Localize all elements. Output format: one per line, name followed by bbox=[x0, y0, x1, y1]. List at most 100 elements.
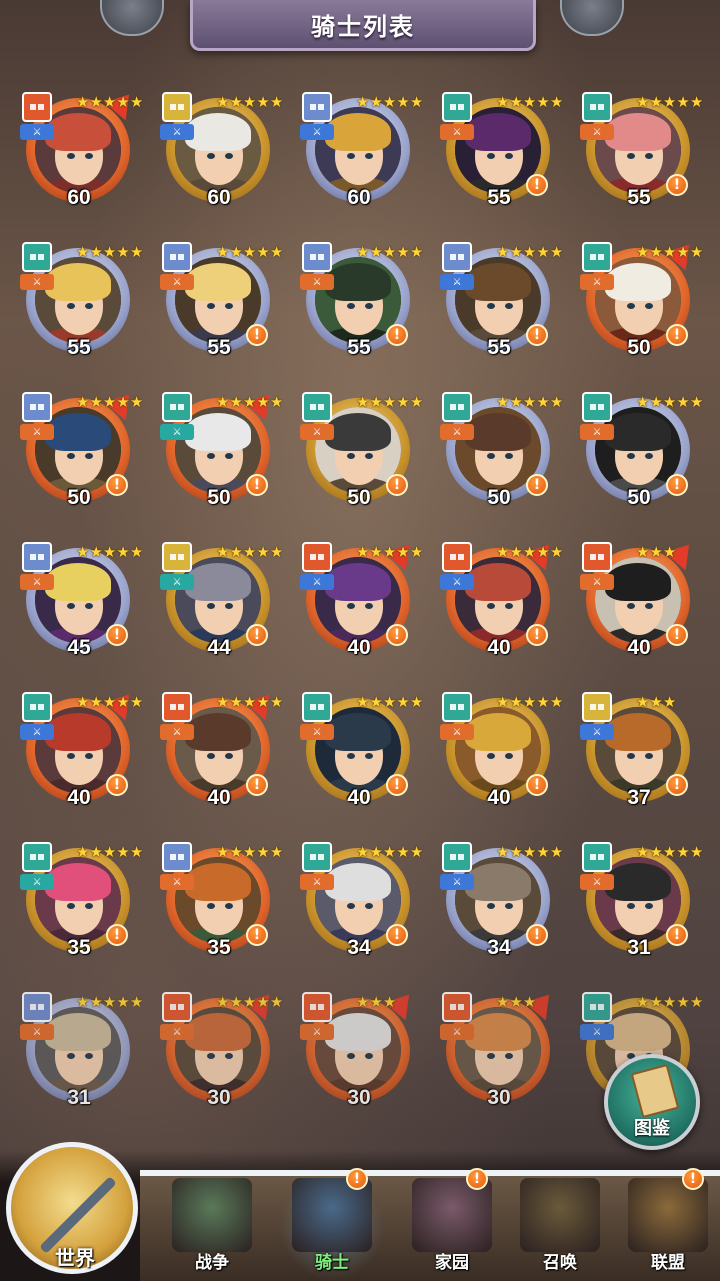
class-icon: ⚔ bbox=[20, 424, 54, 440]
hero-card[interactable]: ⚔ ★ ★ ★ ★ ★ 55! bbox=[574, 92, 703, 220]
star-icon: ★ bbox=[356, 993, 370, 1011]
rank-badge bbox=[22, 392, 52, 422]
hero-card[interactable]: ⚔ ★ ★ ★ ★ ★ 60 bbox=[154, 92, 283, 220]
hero-card[interactable]: ⚔ ★ ★ ★ ★ ★ 50! bbox=[434, 392, 563, 520]
nav-tab-label: 战争 bbox=[195, 1253, 229, 1273]
class-icon: ⚔ bbox=[300, 274, 334, 290]
book-icon bbox=[630, 1063, 680, 1119]
star-icon: ★ bbox=[689, 93, 704, 111]
rank-badge bbox=[302, 392, 332, 422]
rank-badge bbox=[582, 992, 612, 1022]
star-icon: ★ bbox=[649, 543, 663, 561]
star-rating: ★ ★ ★ ★ ★ bbox=[636, 994, 703, 1010]
world-label: 世界 bbox=[55, 1246, 95, 1270]
star-rating: ★ ★ ★ ★ ★ bbox=[636, 394, 703, 410]
hero-card[interactable]: ⚔ ★ ★ ★ ★ ★ 40! bbox=[434, 535, 563, 670]
star-icon: ★ bbox=[89, 843, 103, 861]
hero-card[interactable]: ⚔ ★ ★ ★ ★ ★ 55! bbox=[434, 92, 563, 220]
star-icon: ★ bbox=[549, 93, 564, 111]
hero-card[interactable]: ⚔ ★ ★ ★ ★ ★ 40! bbox=[294, 692, 423, 820]
star-icon: ★ bbox=[636, 843, 650, 861]
hero-card[interactable]: ⚔ ★ ★ ★ ★ ★ 31 bbox=[14, 992, 143, 1120]
rank-badge bbox=[162, 542, 192, 572]
hero-card[interactable]: ⚔ ★ ★ ★ ★ ★ 55 bbox=[14, 242, 143, 370]
hero-card[interactable]: ⚔ ★ ★ ★ ★ ★ 60 bbox=[294, 92, 423, 220]
title-banner: 骑士列表 bbox=[190, 0, 536, 51]
hero-card[interactable]: ⚔ ★ ★ ★ ★ ★ 55! bbox=[154, 242, 283, 370]
star-icon: ★ bbox=[522, 693, 537, 711]
hero-level: 50 bbox=[627, 486, 651, 509]
hero-card[interactable]: ⚔ ★ ★ ★ ★ ★ 40! bbox=[434, 692, 563, 820]
star-icon: ★ bbox=[649, 843, 663, 861]
class-icon: ⚔ bbox=[160, 124, 194, 140]
rank-badge bbox=[442, 92, 472, 122]
hero-card[interactable]: ⚔ ★ ★ ★ ★ ★ 50! bbox=[14, 385, 143, 520]
star-icon: ★ bbox=[636, 243, 650, 261]
star-rating: ★ ★ ★ ★ ★ bbox=[216, 694, 283, 710]
star-icon: ★ bbox=[382, 93, 397, 111]
nav-tab-4[interactable]: 召唤 bbox=[508, 1174, 612, 1281]
rank-badge bbox=[162, 692, 192, 722]
nav-tab-2[interactable]: 骑士! bbox=[280, 1168, 384, 1281]
page-title: 骑士列表 bbox=[311, 12, 415, 41]
hero-card[interactable]: ⚔ ★ ★ ★ ★ ★ 35! bbox=[154, 842, 283, 970]
star-icon: ★ bbox=[662, 543, 677, 561]
rank-badge bbox=[442, 392, 472, 422]
hero-card[interactable]: ⚔ ★ ★ ★ 30 bbox=[434, 985, 560, 1120]
star-icon: ★ bbox=[396, 243, 410, 261]
hero-card[interactable]: ⚔ ★ ★ ★ ★ ★ 40! bbox=[154, 685, 283, 820]
hero-card[interactable]: ⚔ ★ ★ ★ ★ ★ 45! bbox=[14, 542, 143, 670]
hero-level: 55 bbox=[627, 186, 651, 209]
hero-card[interactable]: ⚔ ★ ★ ★ 40! bbox=[574, 535, 700, 670]
hero-card[interactable]: ⚔ ★ ★ ★ ★ ★ 31! bbox=[574, 842, 703, 970]
rank-badge bbox=[162, 392, 192, 422]
star-icon: ★ bbox=[662, 243, 677, 261]
star-icon: ★ bbox=[636, 93, 650, 111]
rank-badge bbox=[582, 392, 612, 422]
star-icon: ★ bbox=[369, 93, 383, 111]
hero-card[interactable]: ⚔ ★ ★ ★ ★ ★ 34! bbox=[434, 842, 563, 970]
hero-card[interactable]: ⚔ ★ ★ ★ ★ ★ 60 bbox=[14, 85, 143, 220]
star-icon: ★ bbox=[689, 243, 704, 261]
hero-card[interactable]: ⚔ ★ ★ ★ ★ ★ 35! bbox=[14, 842, 143, 970]
star-rating: ★ ★ ★ bbox=[636, 544, 676, 560]
world-button[interactable]: 世界 bbox=[0, 1136, 150, 1281]
hero-card[interactable]: ⚔ ★ ★ ★ 30 bbox=[294, 985, 420, 1120]
star-icon: ★ bbox=[496, 693, 510, 711]
atlas-button[interactable]: 图鉴 bbox=[604, 1054, 700, 1150]
hero-card[interactable]: ⚔ ★ ★ ★ ★ ★ 50! bbox=[154, 385, 283, 520]
star-rating: ★ ★ ★ bbox=[356, 994, 396, 1010]
star-rating: ★ ★ ★ ★ ★ bbox=[636, 244, 703, 260]
nav-tab-3[interactable]: 家园! bbox=[400, 1168, 504, 1281]
star-icon: ★ bbox=[662, 993, 677, 1011]
nav-tab-1[interactable]: 战争 bbox=[160, 1174, 264, 1281]
class-icon: ⚔ bbox=[580, 424, 614, 440]
hero-card[interactable]: ⚔ ★ ★ ★ ★ ★ 34! bbox=[294, 842, 423, 970]
hero-level: 34 bbox=[487, 936, 511, 959]
hero-card[interactable]: ⚔ ★ ★ ★ ★ ★ 50! bbox=[574, 235, 703, 370]
hero-card[interactable]: ⚔ ★ ★ ★ ★ ★ 50! bbox=[294, 392, 423, 520]
hero-card[interactable]: ⚔ ★ ★ ★ ★ ★ 40! bbox=[294, 535, 423, 670]
exclamation-icon: ! bbox=[246, 324, 268, 346]
star-rating: ★ ★ ★ ★ ★ bbox=[76, 94, 143, 110]
hero-card[interactable]: ⚔ ★ ★ ★ ★ ★ 30 bbox=[154, 985, 283, 1120]
exclamation-icon: ! bbox=[666, 774, 688, 796]
star-icon: ★ bbox=[256, 843, 270, 861]
star-icon: ★ bbox=[216, 93, 230, 111]
hero-card[interactable]: ⚔ ★ ★ ★ 37! bbox=[574, 692, 698, 820]
hero-card[interactable]: ⚔ ★ ★ ★ ★ ★ 44! bbox=[154, 542, 283, 670]
nav-tab-5[interactable]: 联盟! bbox=[616, 1168, 720, 1281]
star-icon: ★ bbox=[676, 243, 690, 261]
exclamation-icon: ! bbox=[246, 474, 268, 496]
star-icon: ★ bbox=[382, 693, 397, 711]
hero-card[interactable]: ⚔ ★ ★ ★ ★ ★ 40! bbox=[14, 685, 143, 820]
exclamation-icon: ! bbox=[526, 324, 548, 346]
class-icon: ⚔ bbox=[440, 574, 474, 590]
hero-card[interactable]: ⚔ ★ ★ ★ ★ ★ 55! bbox=[294, 242, 423, 370]
hero-card[interactable]: ⚔ ★ ★ ★ ★ ★ 55! bbox=[434, 242, 563, 370]
hero-card[interactable]: ⚔ ★ ★ ★ ★ ★ 50! bbox=[574, 392, 703, 520]
hero-level: 31 bbox=[67, 1086, 91, 1109]
hero-level: 35 bbox=[67, 936, 91, 959]
rank-badge bbox=[582, 92, 612, 122]
star-rating: ★ ★ ★ ★ ★ bbox=[356, 94, 423, 110]
